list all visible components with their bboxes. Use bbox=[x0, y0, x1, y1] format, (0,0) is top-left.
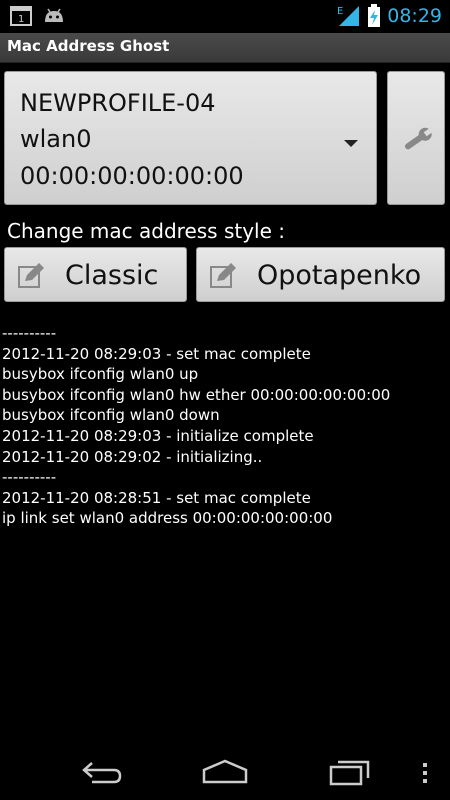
svg-text:1: 1 bbox=[18, 14, 24, 25]
profile-mac: 00:00:00:00:00:00 bbox=[20, 162, 244, 190]
edit-icon bbox=[18, 263, 44, 288]
profile-interface: wlan0 bbox=[20, 125, 92, 153]
home-icon[interactable] bbox=[200, 758, 250, 784]
style-section-label: Change mac address style : bbox=[7, 219, 286, 243]
classic-label: Classic bbox=[65, 260, 159, 291]
profile-name: NEWPROFILE-04 bbox=[20, 89, 216, 117]
back-icon[interactable] bbox=[78, 760, 124, 784]
profile-spinner[interactable]: NEWPROFILE-04 wlan0 00:00:00:00:00:00 bbox=[4, 71, 377, 205]
log-line: 2012-11-20 08:28:51 - set mac complete bbox=[2, 488, 311, 507]
action-bar: Mac Address Ghost bbox=[0, 33, 450, 63]
clock: 08:29 bbox=[387, 5, 442, 27]
menu-icon[interactable] bbox=[421, 762, 429, 784]
signal-icon: E bbox=[337, 6, 360, 26]
screen-icon: 1 bbox=[10, 6, 32, 26]
android-icon bbox=[45, 8, 63, 22]
log-line: ---------- bbox=[2, 324, 57, 342]
edit-icon bbox=[210, 263, 236, 288]
opotapenko-label: Opotapenko bbox=[257, 260, 422, 291]
opotapenko-button[interactable]: Opotapenko bbox=[196, 247, 445, 302]
log-line: busybox ifconfig wlan0 down bbox=[2, 406, 220, 425]
log-line: ---------- bbox=[2, 468, 57, 487]
log-line: ip link set wlan0 address 00:00:00:00:00… bbox=[2, 509, 333, 528]
wrench-icon bbox=[404, 127, 434, 150]
navigation-bar bbox=[0, 740, 450, 800]
recent-apps-icon[interactable] bbox=[328, 756, 374, 786]
log-output: ---------- 2012-11-20 08:29:03 - set mac… bbox=[2, 323, 448, 529]
dropdown-arrow-icon bbox=[344, 140, 358, 147]
classic-button[interactable]: Classic bbox=[4, 247, 187, 302]
log-line: 2012-11-20 08:29:03 - set mac complete bbox=[2, 344, 311, 363]
log-line: busybox ifconfig wlan0 up bbox=[2, 365, 199, 384]
log-line: busybox ifconfig wlan0 hw ether 00:00:00… bbox=[2, 385, 391, 404]
app-title: Mac Address Ghost bbox=[7, 37, 170, 55]
log-line: 2012-11-20 08:29:03 - initialize complet… bbox=[2, 426, 314, 445]
log-line: 2012-11-20 08:29:02 - initializing.. bbox=[2, 447, 263, 466]
edit-profile-button[interactable] bbox=[387, 71, 445, 205]
svg-text:E: E bbox=[337, 6, 343, 17]
battery-charging-icon bbox=[368, 4, 381, 27]
status-bar: 1 E 08:29 bbox=[0, 0, 450, 33]
